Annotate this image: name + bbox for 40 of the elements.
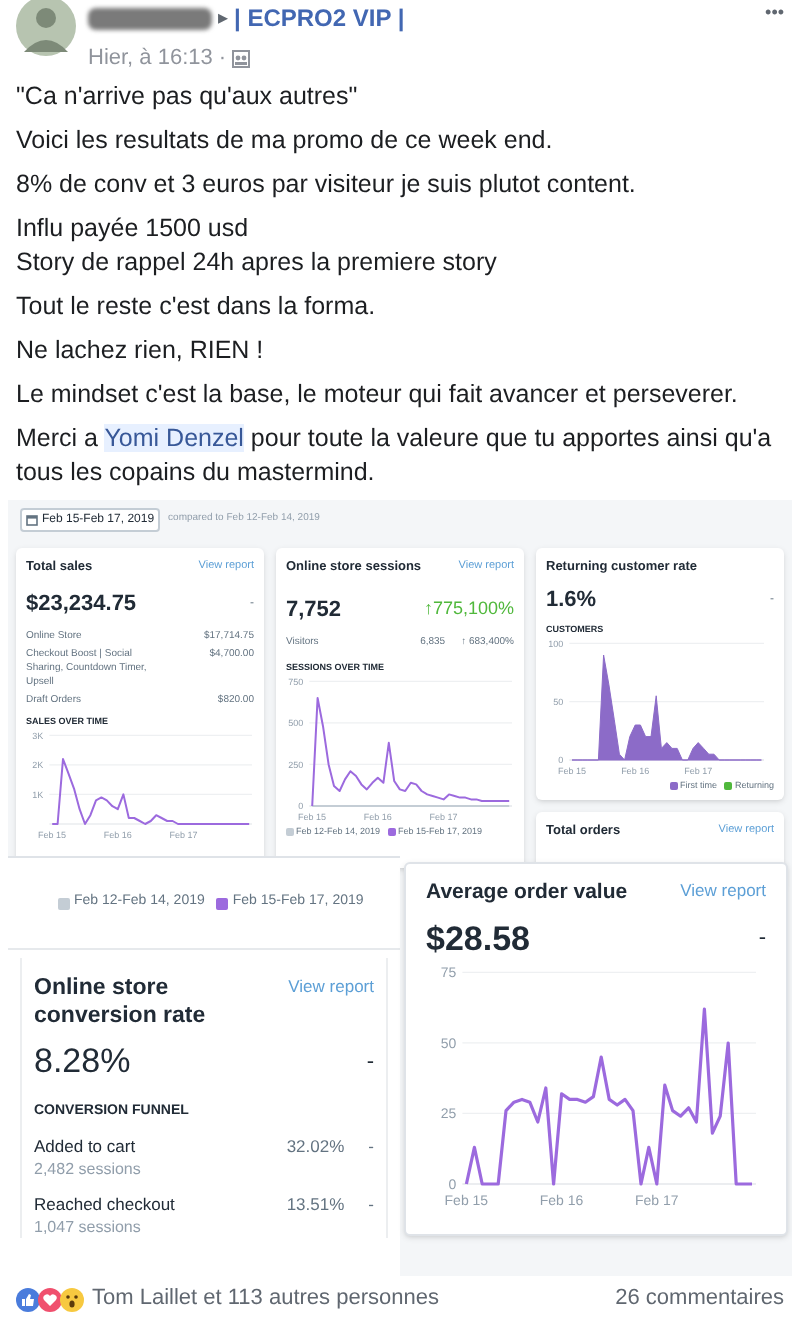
- funnel-rate: 32.02%: [286, 1134, 345, 1160]
- change-indicator: ↑775,100%: [423, 596, 514, 623]
- post-paragraph: Ne lachez rien, RIEN !: [16, 334, 266, 368]
- post-paragraph: Merci a Yomi Denzel pour toute la valeure que tu apportes ainsi qu'a tous les copains du mastermind.: [16, 422, 774, 490]
- group-icon: [232, 49, 251, 68]
- more-menu[interactable]: •••: [765, 0, 784, 27]
- funnel-sessions: 1,047 sessions: [34, 1217, 143, 1237]
- arrow-separator: ▸: [218, 5, 228, 33]
- metric-value: 8.28%: [34, 1040, 131, 1084]
- comment-count[interactable]: 26 commentaires: [615, 1282, 784, 1316]
- funnel-sessions: 2,482 sessions: [34, 1159, 143, 1180]
- avatar[interactable]: [16, 0, 76, 56]
- metric-value: 7,752: [286, 595, 342, 626]
- post-paragraph: Voici les resultats de ma promo de ce week end.: [16, 124, 555, 158]
- wow-icon[interactable]: [60, 1287, 84, 1311]
- funnel-rate: 13.51%: [286, 1191, 345, 1217]
- card-title: Average order value: [426, 878, 628, 908]
- group-name[interactable]: | ECPRO2 VIP |: [234, 0, 405, 36]
- change-indicator: -: [368, 1191, 374, 1217]
- view-report-link[interactable]: View report: [680, 878, 766, 904]
- change-indicator: -: [758, 924, 766, 955]
- funnel-step: Added to cart: [34, 1134, 136, 1160]
- post-paragraph: Tout le reste c'est dans la forma.: [16, 290, 378, 324]
- post-paragraph: Le mindset c'est la base, le moteur qui fait avancer et perseverer.: [16, 378, 740, 412]
- metric-value: 1.6%: [546, 585, 597, 616]
- funnel-step: Reached checkout: [34, 1191, 175, 1217]
- mention-link[interactable]: Yomi Denzel: [104, 424, 244, 452]
- change-indicator: -: [368, 1134, 374, 1160]
- change-indicator: -: [366, 1047, 374, 1077]
- post-paragraph: Influ payée 1500 usd Story de rappel 24h apres la premiere story: [16, 212, 499, 280]
- redacted-name: [88, 7, 212, 29]
- calendar-icon: [26, 514, 38, 526]
- view-report-link[interactable]: View report: [288, 974, 374, 1000]
- post-paragraph: "Ca n'arrive pas qu'aux autres": [16, 80, 360, 114]
- reaction-summary[interactable]: Tom Laillet et 113 autres personnes: [92, 1282, 439, 1316]
- card-title: Online store conversion rate: [34, 974, 208, 1030]
- post-paragraph: 8% de conv et 3 euros par visiteur je suis plutot content.: [16, 168, 638, 202]
- metric-value: $23,234.75: [26, 589, 137, 620]
- post-time[interactable]: Hier, à 16:13 ·: [88, 42, 227, 75]
- metric-value: $28.58: [426, 917, 530, 962]
